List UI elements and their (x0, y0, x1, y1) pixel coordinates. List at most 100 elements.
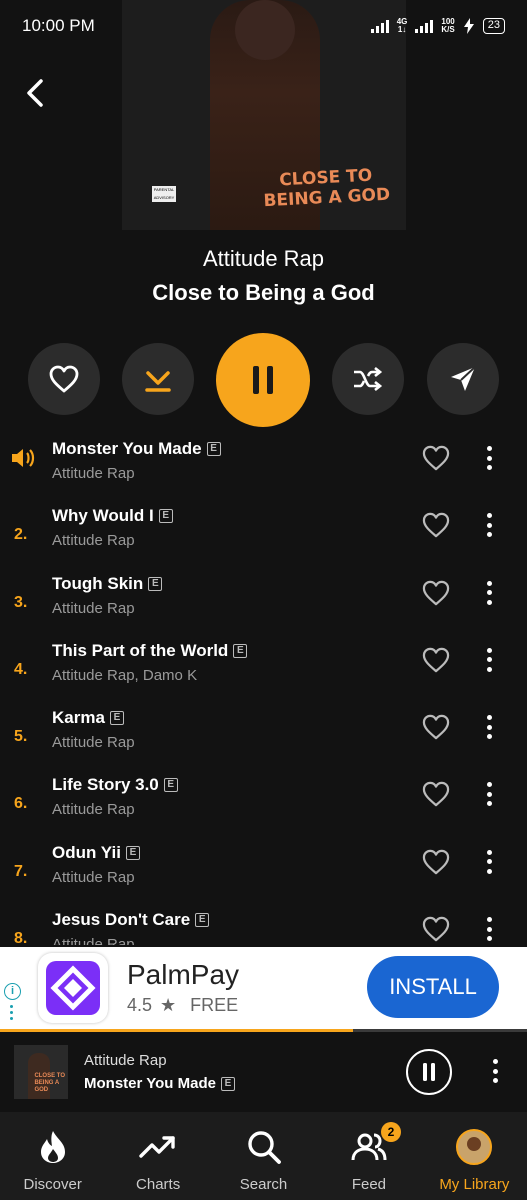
track-title: Why Would IE (52, 506, 173, 526)
explicit-badge: E (148, 576, 163, 591)
track-row[interactable]: 6. Life Story 3.0 E Attitude Rap (0, 761, 527, 828)
heart-icon[interactable] (422, 714, 450, 740)
status-bar: 10:00 PM 4G 1↓ 100 K/S 23 (0, 0, 527, 52)
track-artist: Attitude Rap, Damo K (52, 666, 198, 684)
explicit-badge: E (158, 509, 173, 524)
heart-icon[interactable] (422, 849, 450, 875)
heart-icon[interactable] (422, 445, 450, 471)
ad-info-icon[interactable]: i (4, 983, 21, 1000)
nav-label: Charts (136, 1176, 181, 1193)
star-icon: ★ (160, 995, 177, 1015)
status-icons: 4G 1↓ 100 K/S 23 (370, 17, 505, 34)
ad-rating: 4.5 (127, 995, 153, 1015)
track-row[interactable]: 5. Karma E Attitude Rap (0, 694, 527, 761)
track-number: 5. (14, 728, 28, 746)
install-button[interactable]: INSTALL (367, 956, 499, 1018)
album-artist[interactable]: Attitude Rap (0, 246, 527, 272)
nav-label: My Library (439, 1176, 510, 1193)
play-pause-button[interactable] (216, 333, 310, 427)
heart-icon[interactable] (422, 647, 450, 673)
explicit-badge: E (206, 442, 221, 456)
more-options-icon[interactable] (480, 445, 498, 471)
mini-player-artwork: CLOSE TO BEING A GOD (14, 1045, 68, 1099)
nav-my-library[interactable]: My Library (422, 1112, 527, 1200)
more-options-icon[interactable] (480, 781, 498, 807)
nav-charts[interactable]: Charts (105, 1112, 210, 1200)
shuffle-button[interactable] (332, 343, 404, 415)
network-type: 4G 1↓ (396, 17, 408, 34)
more-options-icon[interactable] (486, 1058, 504, 1084)
track-title: Odun Yii E (52, 843, 140, 863)
track-row[interactable]: 4. This Part of the World E Attitude Rap,… (0, 627, 527, 694)
nav-label: Search (239, 1176, 288, 1193)
network-speed: 100 K/S (441, 17, 455, 34)
status-time: 10:00 PM (22, 16, 95, 35)
more-options-icon[interactable] (480, 647, 498, 673)
more-options-icon[interactable] (480, 849, 498, 875)
download-button[interactable] (122, 343, 194, 415)
track-number: 3. (14, 593, 28, 611)
track-title: This Part of the World E (52, 641, 248, 661)
explicit-badge: E (220, 1076, 235, 1091)
favorite-button[interactable] (28, 343, 100, 415)
more-options-icon[interactable] (480, 512, 498, 538)
heart-icon[interactable] (422, 580, 450, 606)
ad-price: FREE (190, 995, 239, 1015)
palmpay-logo (38, 953, 108, 1023)
nav-discover[interactable]: Discover (0, 1112, 105, 1200)
track-number: 6. (14, 795, 28, 813)
feed-badge: 2 (380, 1122, 401, 1142)
mini-player-title: Monster You Made E (84, 1075, 235, 1092)
explicit-badge: E (233, 643, 248, 658)
track-title: Tough Skin E (52, 574, 163, 594)
track-row[interactable]: 2. Why Would IE Attitude Rap (0, 492, 527, 559)
track-title: Jesus Don't Care E (52, 910, 210, 930)
track-row[interactable]: 3. Tough Skin E Attitude Rap (0, 560, 527, 627)
track-artist: Attitude Rap (52, 465, 135, 482)
track-title: Life Story 3.0 E (52, 775, 178, 795)
now-playing-speaker-icon (12, 449, 35, 467)
more-options-icon[interactable] (480, 714, 498, 740)
explicit-badge: E (195, 913, 210, 928)
track-artist: Attitude Rap (52, 532, 135, 550)
trending-icon (139, 1124, 177, 1170)
mini-pause-button[interactable] (406, 1049, 452, 1095)
track-row[interactable]: 8. Jesus Don't Care E Attitude Rap (0, 896, 527, 945)
pause-icon (253, 366, 273, 394)
track-title: Monster You Made E (52, 439, 221, 459)
track-number: 2. (14, 526, 28, 544)
download-icon (145, 371, 171, 392)
flame-icon (37, 1124, 69, 1170)
explicit-badge: E (109, 711, 124, 726)
more-options-icon[interactable] (480, 580, 498, 606)
heart-icon[interactable] (422, 916, 450, 942)
heart-icon[interactable] (422, 781, 450, 807)
send-icon (451, 366, 476, 391)
more-options-icon[interactable] (480, 916, 498, 942)
heart-icon (49, 365, 79, 393)
shuffle-icon (354, 366, 383, 392)
track-number: 4. (14, 660, 28, 678)
ad-banner[interactable]: i PalmPay 4.5 ★ FREE INSTALL (0, 947, 527, 1029)
track-row[interactable]: Monster You Made E Attitude Rap (0, 425, 527, 492)
signal-icon (370, 19, 389, 33)
nav-label: Discover (23, 1176, 82, 1193)
track-number: 7. (14, 862, 28, 880)
chevron-left-icon (27, 79, 43, 107)
share-button[interactable] (427, 343, 499, 415)
album-title: Close to Being a God (152, 280, 375, 305)
explicit-badge: E (125, 845, 140, 860)
avatar (456, 1129, 493, 1165)
back-button[interactable] (20, 76, 50, 110)
heart-icon[interactable] (422, 512, 450, 538)
track-row[interactable]: 7. Odun Yii E Attitude Rap (0, 829, 527, 896)
track-artist: Attitude Rap (52, 734, 135, 752)
ad-meta: 4.5 ★ FREE (127, 995, 238, 1016)
people-icon: 2 (351, 1122, 401, 1170)
nav-feed[interactable]: 2 Feed (316, 1112, 421, 1200)
parental-advisory-label: PARENTAL ADVISORY (152, 186, 176, 202)
mini-player[interactable]: CLOSE TO BEING A GOD Attitude Rap Monster … (0, 1032, 527, 1112)
cover-title-art: CLOSE TO BEING A GOD (263, 165, 391, 212)
nav-search[interactable]: Search (211, 1112, 316, 1200)
bottom-navigation: Discover Charts Search 2 Feed My Library (0, 1112, 527, 1200)
